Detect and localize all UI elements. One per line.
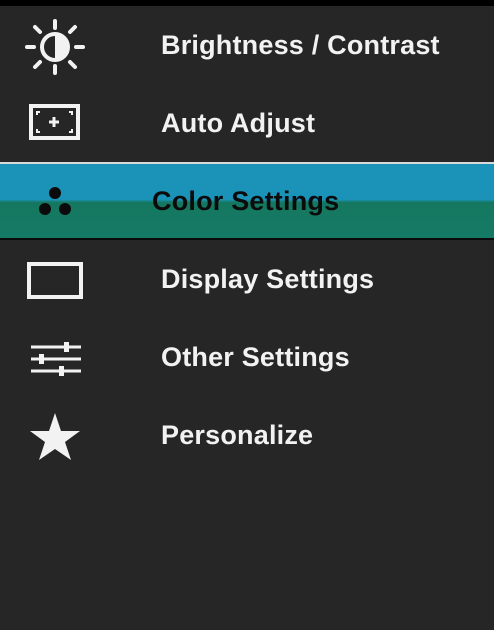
menu-item-label: Display Settings (161, 264, 375, 294)
osd-menu: Brightness / Contrast Auto Adjust Color … (0, 6, 494, 630)
menu-item-color-settings[interactable]: Color Settings (0, 162, 494, 240)
brightness-icon (17, 15, 93, 75)
menu-item-other-settings[interactable]: Other Settings (0, 318, 494, 396)
sliders-icon (17, 327, 93, 387)
menu-item-label: Auto Adjust (161, 108, 316, 138)
display-rectangle-icon (17, 249, 93, 309)
auto-adjust-icon (17, 93, 93, 153)
menu-item-brightness-contrast[interactable]: Brightness / Contrast (0, 6, 494, 84)
menu-item-auto-adjust[interactable]: Auto Adjust (0, 84, 494, 162)
star-icon (17, 405, 93, 465)
menu-item-label: Other Settings (161, 342, 350, 372)
menu-item-label: Color Settings (152, 186, 340, 216)
menu-item-personalize[interactable]: Personalize (0, 396, 494, 474)
menu-item-label: Personalize (161, 420, 314, 450)
menu-item-display-settings[interactable]: Display Settings (0, 240, 494, 318)
menu-item-label: Brightness / Contrast (161, 30, 440, 60)
color-dots-icon (17, 171, 93, 231)
